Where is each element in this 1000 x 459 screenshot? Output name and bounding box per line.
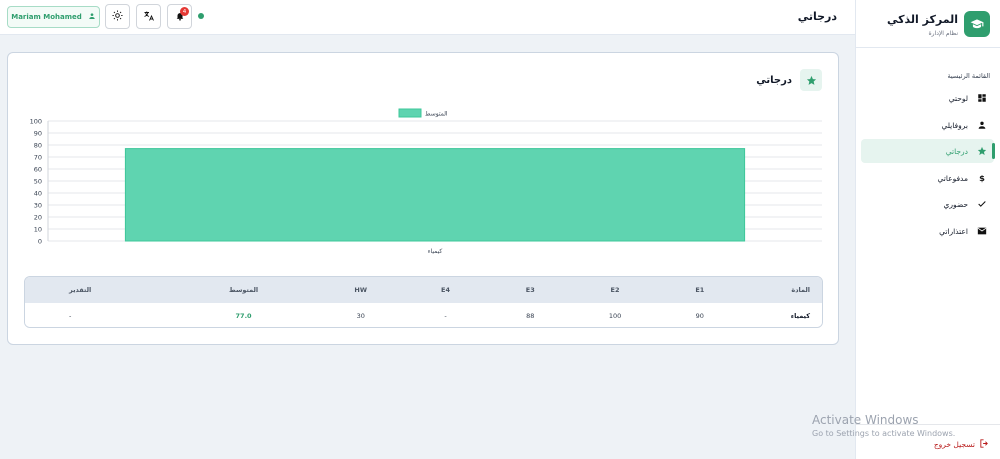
top-header: درجاتي Mariam Mohamed 4 bbox=[0, 0, 855, 35]
sidebar-item-attendance[interactable]: حضوري bbox=[861, 192, 994, 216]
y-tick-label: 100 bbox=[30, 118, 42, 126]
header-hw: HW bbox=[354, 286, 368, 294]
user-name: Mariam Mohamed bbox=[11, 13, 82, 21]
sidebar-item-label: درجاتي bbox=[945, 146, 968, 156]
y-tick-label: 70 bbox=[34, 154, 42, 162]
user-menu-button[interactable]: Mariam Mohamed bbox=[7, 6, 100, 28]
header-subject: المادة bbox=[791, 286, 810, 294]
cell-average: 77.0 bbox=[235, 312, 252, 320]
table-header-row: المادة E1 E2 E3 E4 HW المتوسط التقدير bbox=[25, 277, 822, 303]
y-tick-label: 20 bbox=[34, 214, 42, 222]
grades-table: المادة E1 E2 E3 E4 HW المتوسط التقدير كي… bbox=[24, 276, 823, 328]
language-button[interactable] bbox=[136, 4, 161, 29]
brand-title: المركز الذكي bbox=[887, 13, 958, 26]
mail-icon bbox=[976, 225, 988, 237]
page-title: درجاتي bbox=[797, 10, 837, 23]
sidebar-item-label: لوحتي bbox=[948, 93, 968, 103]
header-e1: E1 bbox=[695, 286, 705, 294]
watermark-title: Activate Windows bbox=[812, 413, 919, 427]
notifications-button[interactable]: 4 bbox=[167, 4, 192, 29]
logout-icon bbox=[979, 438, 990, 451]
online-status-dot bbox=[198, 13, 204, 19]
table-row: كيمياء 90 100 88 - 30 77.0 - bbox=[25, 303, 822, 327]
watermark-subtitle: Go to Settings to activate Windows. bbox=[812, 429, 956, 438]
cell-hw: 30 bbox=[356, 312, 365, 320]
windows-activation-watermark: Activate Windows Go to Settings to activ… bbox=[812, 413, 955, 438]
star-icon bbox=[976, 145, 988, 157]
sidebar-item-dashboard[interactable]: لوحتي bbox=[861, 86, 994, 110]
sidebar-item-label: حضوري bbox=[943, 199, 968, 209]
y-tick-label: 60 bbox=[34, 166, 42, 174]
card-title: درجاتي bbox=[756, 74, 792, 86]
grades-card: درجاتي 0 10 20 30 40 50 60 70 80 90 100 كيمياء المتو… bbox=[7, 52, 839, 345]
brand: المركز الذكي نظام الإدارة bbox=[856, 0, 1000, 48]
legend-label: المتوسط bbox=[425, 111, 448, 118]
y-tick-label: 50 bbox=[34, 178, 42, 186]
y-tick-label: 90 bbox=[34, 130, 42, 138]
header-grade: التقدير bbox=[69, 286, 92, 294]
sidebar-item-profile[interactable]: بروفايلي bbox=[861, 113, 994, 137]
cell-e3: 88 bbox=[526, 312, 535, 320]
y-tick-label: 40 bbox=[34, 190, 42, 198]
sidebar-item-label: اعتذاراتي bbox=[939, 226, 968, 236]
card-header: درجاتي bbox=[756, 69, 822, 91]
y-tick-label: 30 bbox=[34, 202, 42, 210]
dollar-icon: $ bbox=[976, 172, 988, 184]
sidebar-item-excuses[interactable]: اعتذاراتي bbox=[861, 219, 994, 243]
user-icon bbox=[88, 12, 96, 22]
logout-button[interactable]: تسجيل خروج bbox=[934, 438, 990, 451]
y-tick-label: 0 bbox=[38, 238, 42, 246]
dashboard-icon bbox=[976, 92, 988, 104]
cell-e1: 90 bbox=[695, 312, 704, 320]
legend-swatch bbox=[398, 108, 422, 118]
theme-toggle-button[interactable] bbox=[105, 4, 130, 29]
active-indicator bbox=[992, 143, 995, 159]
sidebar-item-payments[interactable]: $ مدفوعاتي bbox=[861, 166, 994, 190]
cell-e2: 100 bbox=[608, 312, 622, 320]
grades-chart: 0 10 20 30 40 50 60 70 80 90 100 كيمياء المتوسط bbox=[16, 105, 828, 265]
cell-e4: - bbox=[444, 312, 447, 320]
svg-text:$: $ bbox=[979, 173, 985, 183]
check-icon bbox=[976, 198, 988, 210]
header-e4: E4 bbox=[441, 286, 450, 294]
chart-svg: 0 10 20 30 40 50 60 70 80 90 100 كيمياء المتوسط bbox=[30, 108, 822, 255]
logout-label: تسجيل خروج bbox=[933, 440, 975, 449]
sidebar-item-label: بروفايلي bbox=[941, 120, 968, 130]
graduation-cap-icon bbox=[964, 11, 990, 37]
x-tick-label: كيمياء bbox=[428, 248, 443, 255]
translate-icon bbox=[143, 10, 155, 24]
sun-icon bbox=[112, 10, 123, 23]
sidebar: المركز الذكي نظام الإدارة القائمة الرئيس… bbox=[855, 0, 1000, 459]
header-average: المتوسط bbox=[229, 286, 259, 294]
header-e2: E2 bbox=[610, 286, 620, 294]
star-icon bbox=[800, 69, 822, 91]
cell-subject: كيمياء bbox=[790, 312, 810, 320]
bar-0 bbox=[124, 148, 746, 242]
sidebar-item-label: مدفوعاتي bbox=[937, 173, 968, 183]
notification-badge: 4 bbox=[180, 7, 189, 16]
person-icon bbox=[976, 119, 988, 131]
y-tick-label: 10 bbox=[34, 226, 42, 234]
brand-subtitle: نظام الإدارة bbox=[928, 30, 958, 37]
cell-grade: - bbox=[69, 312, 72, 320]
header-e3: E3 bbox=[525, 286, 535, 294]
menu-section-label: القائمة الرئيسية bbox=[947, 72, 990, 80]
sidebar-item-grades[interactable]: درجاتي bbox=[861, 139, 995, 163]
y-tick-label: 80 bbox=[34, 142, 42, 150]
